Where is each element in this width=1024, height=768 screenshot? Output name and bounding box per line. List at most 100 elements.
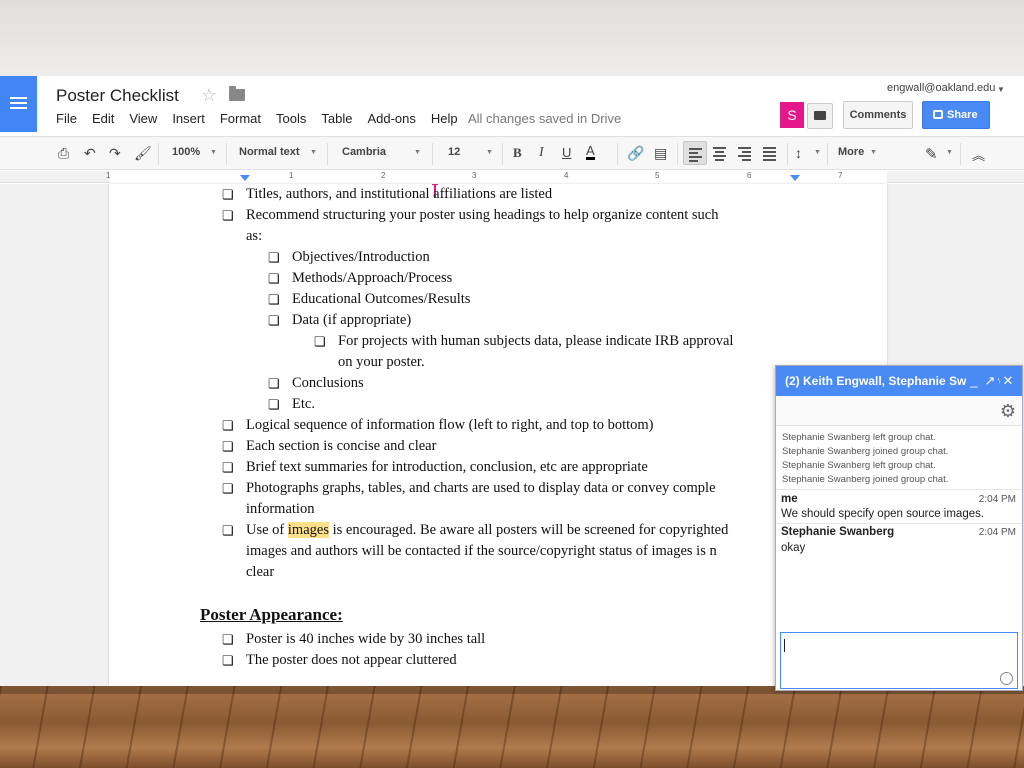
ruler-number: 4: [564, 171, 569, 180]
list-item-continued: information: [246, 501, 315, 517]
menu-table[interactable]: Table: [321, 111, 352, 126]
message-text: okay: [781, 542, 806, 554]
italic-button[interactable]: I: [539, 145, 544, 161]
collaborator-avatar[interactable]: S: [780, 102, 804, 128]
comments-button[interactable]: Comments: [843, 101, 913, 129]
comment-icon[interactable]: ▤: [654, 145, 667, 162]
editing-mode-icon[interactable]: ✎: [925, 145, 938, 163]
left-indent-marker[interactable]: [240, 175, 250, 181]
text-color-button[interactable]: A: [586, 144, 595, 160]
folder-icon[interactable]: [229, 86, 245, 101]
menu-tools[interactable]: Tools: [276, 111, 306, 126]
list-item-continued: on your poster.: [338, 354, 425, 370]
chat-bubble-icon: [814, 111, 826, 120]
checkbox-bullet: ❏: [268, 376, 280, 391]
menu-file[interactable]: File: [56, 111, 77, 126]
chat-toggle-button[interactable]: [807, 103, 833, 129]
message-sender: me: [781, 493, 798, 505]
underline-button[interactable]: U: [562, 145, 571, 160]
wood-floor-background: [0, 686, 1024, 768]
align-right-button[interactable]: [733, 141, 757, 165]
checkbox-bullet: ❏: [314, 334, 326, 349]
checkbox-bullet: ❏: [222, 418, 234, 433]
list-item: Objectives/Introduction: [292, 249, 430, 265]
chat-message-input[interactable]: [780, 632, 1018, 689]
font-select[interactable]: Cambria: [342, 146, 386, 158]
ruler-number: 2: [381, 171, 386, 180]
document-page[interactable]: ❏ Titles, authors, and institutional aff…: [109, 184, 887, 686]
menu-view[interactable]: View: [129, 111, 157, 126]
share-button-label: Share: [947, 109, 978, 121]
close-icon[interactable]: ✕: [1000, 366, 1016, 396]
checkbox-bullet: ❏: [268, 397, 280, 412]
checkbox-bullet: ❏: [268, 292, 280, 307]
align-center-button[interactable]: [708, 141, 732, 165]
background-wall: [0, 0, 1024, 76]
style-caret-icon: ▼: [310, 149, 317, 156]
more-button[interactable]: More: [838, 146, 864, 158]
ruler[interactable]: 1 1 2 3 4 5 6 7: [0, 171, 1024, 183]
account-dropdown-icon[interactable]: ▼: [997, 85, 1005, 94]
account-email[interactable]: engwall@oakland.edu: [887, 82, 995, 94]
checkbox-bullet: ❏: [268, 250, 280, 265]
list-item: Methods/Approach/Process: [292, 270, 453, 286]
align-left-button[interactable]: [683, 141, 707, 165]
checkbox-bullet: ❏: [222, 632, 234, 647]
emoji-icon[interactable]: [1000, 672, 1013, 685]
list-item: Educational Outcomes/Results: [292, 291, 471, 307]
collapse-icon[interactable]: ︽: [972, 145, 985, 164]
list-item: Titles, authors, and institutional affil…: [246, 186, 553, 202]
ruler-number: 3: [472, 171, 477, 180]
share-button[interactable]: Share: [922, 101, 990, 129]
checkbox-bullet: ❏: [222, 523, 234, 538]
system-message: Stephanie Swanberg joined group chat.: [782, 446, 949, 457]
star-icon[interactable]: ☆: [201, 85, 217, 106]
justify-button[interactable]: [758, 141, 782, 165]
link-icon[interactable]: 🔗: [627, 145, 644, 162]
document-title[interactable]: Poster Checklist: [56, 86, 179, 106]
save-status[interactable]: All changes saved in Drive: [468, 111, 621, 126]
menu-format[interactable]: Format: [220, 111, 261, 126]
checkbox-bullet: ❏: [268, 271, 280, 286]
message-sender: Stephanie Swanberg: [781, 526, 895, 538]
style-select[interactable]: Normal text: [239, 146, 300, 158]
list-item: Recommend structuring your poster using …: [246, 207, 719, 223]
editing-mode-caret-icon: ▼: [946, 149, 953, 156]
popout-icon[interactable]: ↗: [982, 366, 998, 396]
menu-insert[interactable]: Insert: [172, 111, 205, 126]
list-item-continued: clear: [246, 564, 275, 580]
toolbar: ⎙ ↶ ↷ 🖌 100% ▼ Normal text ▼ Cambria ▼ 1…: [0, 136, 1024, 170]
redo-icon[interactable]: ↷: [109, 145, 121, 162]
highlighted-word: images: [287, 522, 329, 538]
justify-icon: [763, 147, 776, 163]
docs-logo-icon[interactable]: [0, 76, 37, 132]
print-icon[interactable]: ⎙: [58, 145, 69, 162]
list-item: Conclusions: [292, 375, 364, 391]
font-size-select[interactable]: 12: [448, 146, 460, 158]
ruler-number: 1: [289, 171, 294, 180]
text-run: is encouraged. Be aware all posters will…: [328, 522, 729, 538]
checkbox-bullet: ❏: [268, 313, 280, 328]
zoom-select[interactable]: 100%: [172, 146, 200, 158]
right-indent-marker[interactable]: [790, 175, 800, 181]
menu-help[interactable]: Help: [431, 111, 458, 126]
paint-format-icon[interactable]: 🖌: [134, 145, 152, 162]
chat-window: (2) Keith Engwall, Stephanie Swanberg _ …: [775, 365, 1023, 691]
share-lock-icon: [933, 110, 943, 119]
checkbox-bullet: ❏: [222, 481, 234, 496]
align-right-icon: [738, 147, 751, 163]
font-caret-icon: ▼: [414, 149, 421, 156]
menu-bar: File Edit View Insert Format Tools Table…: [56, 111, 473, 126]
menu-edit[interactable]: Edit: [92, 111, 114, 126]
undo-icon[interactable]: ↶: [84, 145, 96, 162]
gear-icon[interactable]: ⚙: [1000, 401, 1016, 422]
list-item: Data (if appropriate): [292, 312, 412, 328]
list-item: Logical sequence of information flow (le…: [246, 417, 654, 433]
checkbox-bullet: ❏: [222, 653, 234, 668]
line-spacing-icon[interactable]: ↕: [795, 145, 802, 161]
minimize-icon[interactable]: _: [966, 366, 982, 396]
bold-button[interactable]: B: [513, 145, 522, 161]
menu-addons[interactable]: Add-ons: [367, 111, 415, 126]
system-message: Stephanie Swanberg joined group chat.: [782, 474, 949, 485]
list-item-continued: as:: [246, 228, 263, 244]
